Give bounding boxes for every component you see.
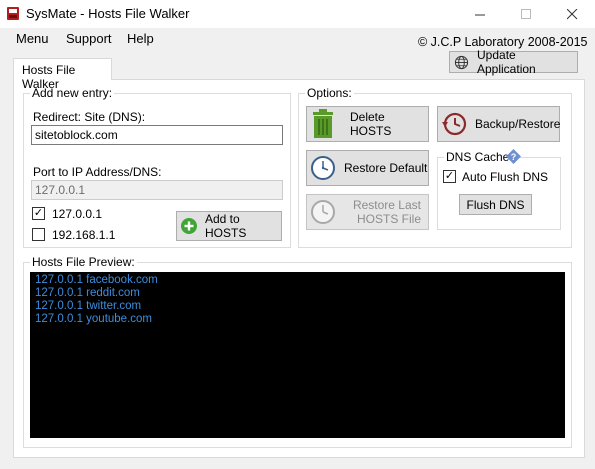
- minimize-button[interactable]: [457, 0, 503, 28]
- ip-option-label-192: 192.168.1.1: [52, 228, 116, 242]
- ip-option-label-127: 127.0.0.1: [52, 207, 103, 221]
- update-application-button[interactable]: Update Application: [449, 48, 578, 76]
- minimize-icon: [474, 14, 485, 15]
- add-icon: [180, 217, 198, 235]
- trash-icon: [310, 109, 336, 139]
- delete-hosts-button[interactable]: Delete HOSTS: [306, 106, 429, 142]
- close-icon: [566, 8, 577, 19]
- preview-line: 127.0.0.1 facebook.com: [35, 274, 158, 286]
- globe-icon: [454, 55, 469, 70]
- history-clock-icon: [441, 111, 467, 137]
- port-ip-input[interactable]: [31, 180, 283, 200]
- restore-default-button[interactable]: Restore Default: [306, 150, 429, 186]
- backup-restore-label: Backup/Restore: [475, 117, 561, 131]
- delete-hosts-label: Delete HOSTS: [350, 110, 392, 138]
- restore-last-label-line2: HOSTS File: [356, 212, 421, 226]
- clock-disabled-icon: [310, 199, 336, 225]
- redirect-label: Redirect: Site (DNS):: [33, 110, 146, 124]
- dns-cache-label: DNS Cache: [444, 150, 512, 164]
- app-icon: [6, 6, 20, 21]
- preview-line: 127.0.0.1 twitter.com: [35, 300, 142, 312]
- svg-text:?: ?: [511, 152, 517, 162]
- menu-item-menu[interactable]: Menu: [16, 31, 49, 46]
- preview-group-label: Hosts File Preview:: [30, 255, 137, 269]
- auto-flush-label: Auto Flush DNS: [462, 170, 549, 184]
- preview-line: 127.0.0.1 reddit.com: [35, 287, 140, 299]
- options-group-label: Options:: [305, 86, 354, 100]
- add-to-hosts-button[interactable]: Add to HOSTS: [176, 211, 282, 241]
- preview-line: 127.0.0.1 youtube.com: [35, 313, 152, 325]
- add-to-hosts-label: Add to HOSTS: [205, 212, 247, 240]
- tab-hosts-file-walker[interactable]: Hosts File Walker: [13, 58, 112, 91]
- close-button[interactable]: [549, 0, 595, 28]
- redirect-site-input[interactable]: [31, 125, 283, 145]
- restore-last-hosts-button[interactable]: Restore Last HOSTS File: [306, 194, 429, 230]
- menu-item-support[interactable]: Support: [66, 31, 112, 46]
- window-title: SysMate - Hosts File Walker: [26, 6, 190, 21]
- maximize-icon: [520, 8, 531, 19]
- update-application-label: Update Application: [477, 48, 536, 76]
- help-icon[interactable]: ?: [506, 149, 521, 164]
- clock-icon: [310, 155, 336, 181]
- backup-restore-button[interactable]: Backup/Restore: [437, 106, 560, 142]
- ip-option-checkbox-127[interactable]: ✓: [32, 207, 45, 220]
- hosts-file-preview[interactable]: 127.0.0.1 facebook.com 127.0.0.1 reddit.…: [30, 272, 565, 438]
- flush-dns-button[interactable]: Flush DNS: [459, 194, 532, 215]
- restore-default-label: Restore Default: [344, 161, 428, 175]
- auto-flush-checkbox[interactable]: ✓: [443, 170, 456, 183]
- restore-last-label-line1: Restore Last: [352, 198, 421, 212]
- port-label: Port to IP Address/DNS:: [33, 165, 162, 179]
- menu-item-help[interactable]: Help: [127, 31, 154, 46]
- copyright-text: © J.C.P Laboratory 2008-2015: [418, 35, 588, 49]
- maximize-button[interactable]: [503, 0, 549, 28]
- ip-option-checkbox-192[interactable]: [32, 228, 45, 241]
